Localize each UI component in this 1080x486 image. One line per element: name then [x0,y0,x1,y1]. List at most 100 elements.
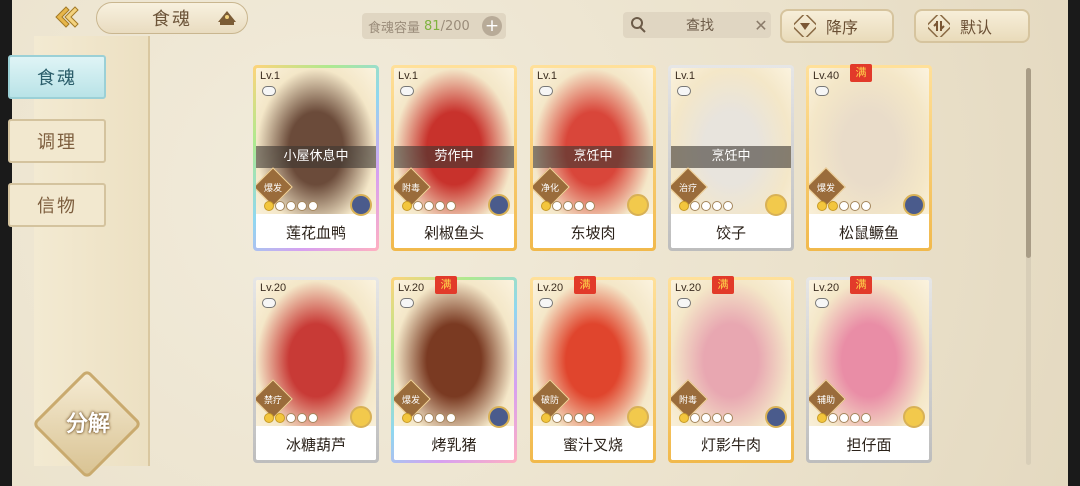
food-soul-card[interactable]: Lv.40 爆发 松鼠鳜鱼 满 [806,64,932,251]
star-icon [574,413,584,423]
skill-tag-label: 净化 [540,184,559,194]
full-badge-icon: 满 [574,276,596,294]
lock-icon[interactable] [815,86,829,96]
food-soul-card[interactable]: Lv.1 劳作中 附毒 剁椒鱼头 [391,65,517,251]
star-icon [286,413,296,423]
star-icon [850,413,860,423]
full-badge-icon: 满 [435,276,457,294]
food-soul-card[interactable]: Lv.20 爆发烤乳猪 满 [391,276,517,463]
star-icon [828,201,838,211]
sidebar-item-keepsake[interactable]: 信物 [8,183,106,227]
card-level: Lv.20 [260,282,287,294]
lock-icon[interactable] [677,86,691,96]
lock-icon[interactable] [400,298,414,308]
star-icon [679,201,689,211]
star-icon [861,413,871,423]
sort-down-icon [794,15,816,37]
lock-icon[interactable] [539,86,553,96]
rarity-medal-icon [350,194,372,216]
star-icon [435,413,445,423]
star-icon [446,201,456,211]
back-arrow-icon [55,6,79,28]
lock-icon[interactable] [262,298,276,308]
sidebar-item-cooking[interactable]: 调理 [8,119,106,163]
star-rating [817,413,871,423]
star-icon [541,413,551,423]
card-body: Lv.1 烹饪中 净化 东坡肉 [533,68,653,248]
capacity-current: 81 [424,18,441,34]
card-body: Lv.20 破防 蜜汁叉烧 [533,280,653,460]
card-level: Lv.20 [398,282,425,294]
add-capacity-button[interactable]: + [482,16,502,36]
card-name: 烤乳猪 [394,430,514,460]
star-rating [541,201,595,211]
skill-tag-label: 辅助 [816,396,835,406]
skill-tag-label: 爆发 [401,396,420,406]
skill-tag-label: 附毒 [678,396,697,406]
star-icon [435,201,445,211]
sort-order-button[interactable]: 降序 [780,9,894,43]
card-name: 东坡肉 [533,218,653,248]
star-icon [679,413,689,423]
sidebar-item-food-soul[interactable]: 食魂 [8,55,106,99]
skill-tag-label: 治疗 [678,184,697,194]
skill-tag-label: 破防 [540,396,559,406]
clear-search-icon[interactable]: ✕ [751,16,771,35]
lock-icon[interactable] [262,86,276,96]
star-icon [541,201,551,211]
default-filter-button[interactable]: 默认 [914,9,1030,43]
card-body: Lv.40 爆发 松鼠鳜鱼 [809,68,929,248]
star-icon [264,413,274,423]
star-icon [839,201,849,211]
lock-icon[interactable] [400,86,414,96]
default-filter-label: 默认 [960,18,993,37]
full-badge-icon: 满 [850,64,872,82]
food-soul-card[interactable]: Lv.20 附毒 灯影牛肉 满 [668,276,794,463]
rarity-medal-icon [903,194,925,216]
star-icon [839,413,849,423]
star-icon [286,201,296,211]
card-name: 担仔面 [809,430,929,460]
food-soul-card[interactable]: Lv.1 小屋休息中 爆发 莲花血鸭 [253,65,379,251]
card-name: 蜜汁叉烧 [533,430,653,460]
star-icon [712,201,722,211]
skill-tag-label: 附毒 [401,184,420,194]
back-button[interactable] [46,4,86,30]
search-input[interactable]: 查找 [649,15,751,35]
rarity-medal-icon [350,406,372,428]
filter-toggle-icon [928,15,950,37]
lock-icon[interactable] [677,298,691,308]
food-soul-card[interactable]: Lv.1 烹饪中 净化 东坡肉 [530,65,656,251]
card-name: 灯影牛肉 [671,430,791,460]
capacity-indicator: 食魂容量 81 /200 + [362,13,506,39]
card-status: 小屋休息中 [256,146,376,168]
card-body: Lv.1 小屋休息中 爆发 莲花血鸭 [256,68,376,248]
card-body: Lv.20 附毒 灯影牛肉 [671,280,791,460]
food-soul-card[interactable]: Lv.20 辅助 担仔面 满 [806,276,932,463]
star-icon [723,201,733,211]
lock-icon[interactable] [815,298,829,308]
lock-icon[interactable] [539,298,553,308]
scrollbar[interactable] [1026,68,1031,465]
rarity-medal-icon [627,406,649,428]
rarity-medal-icon [903,406,925,428]
decompose-label: 分解 [65,411,110,437]
search-box[interactable]: 查找 ✕ [623,12,771,38]
food-soul-card[interactable]: Lv.20 破防 蜜汁叉烧 满 [530,276,656,463]
star-icon [817,413,827,423]
skill-tag-label: 爆发 [816,184,835,194]
star-icon [424,201,434,211]
star-icon [552,413,562,423]
star-icon [585,413,595,423]
card-level: Lv.1 [537,70,557,82]
skill-tag-label: 禁疗 [263,396,282,406]
food-soul-card[interactable]: Lv.20 禁疗 冰糖葫芦 [253,277,379,463]
card-level: Lv.1 [398,70,418,82]
card-body: Lv.20 辅助 担仔面 [809,280,929,460]
search-icon [631,17,646,33]
food-soul-card[interactable]: Lv.1 烹饪中 治疗 饺子 [668,65,794,251]
scrollbar-thumb[interactable] [1026,68,1031,258]
screen-edge-right [1068,0,1080,486]
card-level: Lv.1 [260,70,280,82]
star-icon [563,413,573,423]
